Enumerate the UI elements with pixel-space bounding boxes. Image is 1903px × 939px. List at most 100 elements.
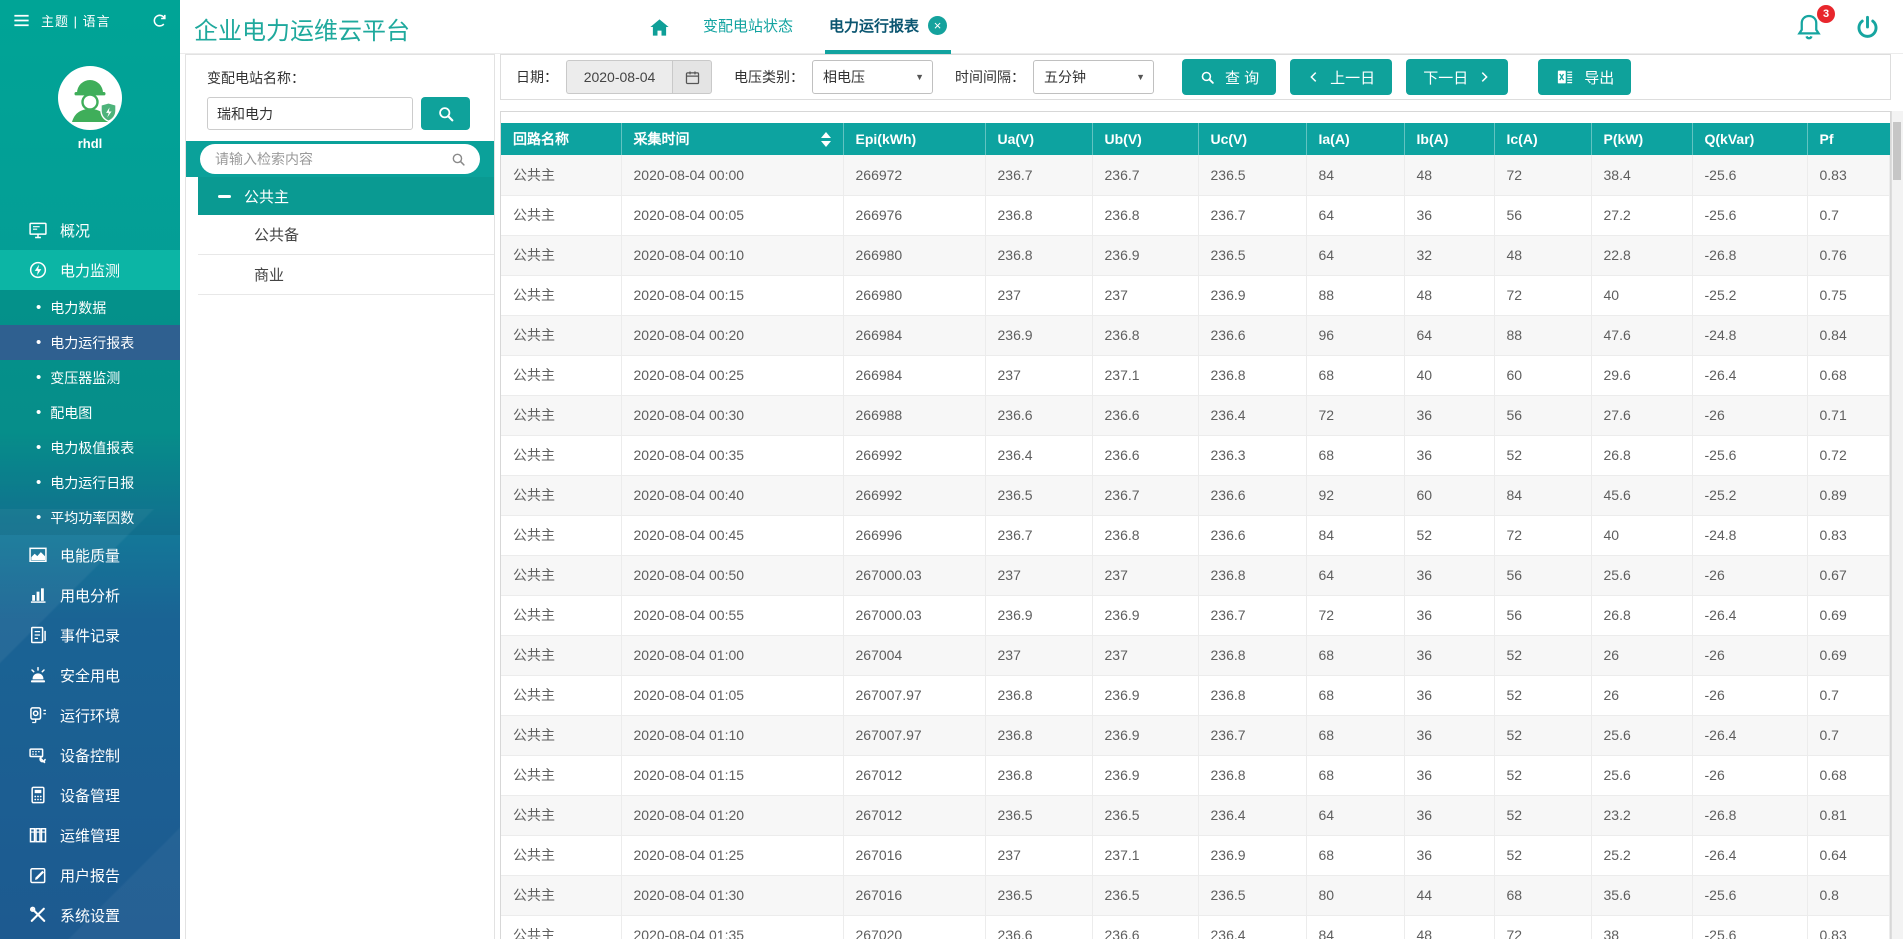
table-cell: 236.3 (1198, 435, 1306, 475)
sidebar-item-用电分析[interactable]: 用电分析 (0, 575, 180, 615)
table-row[interactable]: 公共主2020-08-04 00:15266980237237236.98848… (501, 275, 1890, 315)
table-row[interactable]: 公共主2020-08-04 00:50267000.03237237236.86… (501, 555, 1890, 595)
table-cell: 52 (1494, 755, 1591, 795)
sidebar-subitem-配电图[interactable]: •配电图 (0, 395, 180, 430)
device-control-icon (28, 745, 48, 765)
table-row[interactable]: 公共主2020-08-04 01:20267012236.5236.5236.4… (501, 795, 1890, 835)
export-button[interactable]: 导出 (1538, 59, 1631, 95)
table-cell: 36 (1404, 555, 1494, 595)
table-cell: 237 (1092, 635, 1198, 675)
sidebar-item-设备控制[interactable]: 设备控制 (0, 735, 180, 775)
previous-day-button[interactable]: 上一日 (1290, 59, 1392, 95)
sidebar-subitem-电力运行报表[interactable]: •电力运行报表 (0, 325, 180, 360)
table-row[interactable]: 公共主2020-08-04 01:35267020236.6236.6236.4… (501, 915, 1890, 939)
table-row[interactable]: 公共主2020-08-04 00:05266976236.8236.8236.7… (501, 195, 1890, 235)
tree-node-public-backup[interactable]: 公共备 (198, 215, 494, 255)
station-search-button[interactable] (421, 97, 470, 130)
search-icon (450, 151, 467, 168)
table-cell: 0.64 (1807, 835, 1890, 875)
table-row[interactable]: 公共主2020-08-04 01:00267004237237236.86836… (501, 635, 1890, 675)
logout-power-icon[interactable] (1854, 14, 1881, 41)
sidebar-subitem-变压器监测[interactable]: •变压器监测 (0, 360, 180, 395)
next-day-button[interactable]: 下一日 (1406, 59, 1508, 95)
table-cell: 96 (1306, 315, 1404, 355)
sidebar-subitem-电力运行日报[interactable]: •电力运行日报 (0, 465, 180, 500)
table-cell: -24.8 (1692, 315, 1807, 355)
query-toolbar: 日期： 2020-08-04 电压类别： 相电压 ▼ 时间间隔： 五分钟 ▼ 查… (500, 54, 1891, 100)
table-row[interactable]: 公共主2020-08-04 00:25266984237237.1236.868… (501, 355, 1890, 395)
sidebar-item-电力监测[interactable]: 电力监测 (0, 250, 180, 290)
interval-select[interactable]: 五分钟 ▼ (1033, 60, 1154, 94)
sidebar-subitem-平均功率因数[interactable]: •平均功率因数 (0, 500, 180, 535)
table-cell: 68 (1306, 715, 1404, 755)
table-row[interactable]: 公共主2020-08-04 00:00266972236.7236.7236.5… (501, 155, 1890, 195)
table-row[interactable]: 公共主2020-08-04 01:15267012236.8236.9236.8… (501, 755, 1890, 795)
table-row[interactable]: 公共主2020-08-04 00:20266984236.9236.8236.6… (501, 315, 1890, 355)
theme-language-toggle[interactable]: 主题 | 语言 (41, 11, 111, 30)
query-button[interactable]: 查 询 (1182, 59, 1276, 95)
sidebar-item-label: 电力监测 (60, 260, 120, 281)
table-row[interactable]: 公共主2020-08-04 01:10267007.97236.8236.923… (501, 715, 1890, 755)
home-icon[interactable] (648, 16, 671, 39)
table-cell: 236.4 (1198, 795, 1306, 835)
tab-substation-status[interactable]: 变配电站状态 (699, 0, 797, 54)
sidebar-item-事件记录[interactable]: 事件记录 (0, 615, 180, 655)
table-cell: 267000.03 (843, 595, 985, 635)
scrollbar-thumb[interactable] (1893, 122, 1901, 180)
sidebar-item-概况[interactable]: 概况 (0, 210, 180, 250)
station-name-input[interactable] (207, 97, 413, 130)
table-cell: 267012 (843, 795, 985, 835)
table-cell: 72 (1494, 155, 1591, 195)
table-row[interactable]: 公共主2020-08-04 01:30267016236.5236.5236.5… (501, 875, 1890, 915)
table-cell: 26 (1591, 635, 1692, 675)
table-row[interactable]: 公共主2020-08-04 00:30266988236.6236.6236.4… (501, 395, 1890, 435)
sidebar-item-用户报告[interactable]: 用户报告 (0, 855, 180, 895)
power-monitor-icon (28, 260, 48, 280)
table-cell: 36 (1404, 395, 1494, 435)
column-header-采集时间[interactable]: 采集时间 (621, 123, 843, 155)
sidebar-item-电能质量[interactable]: 电能质量 (0, 535, 180, 575)
tree-search-input[interactable] (213, 150, 442, 168)
table-row[interactable]: 公共主2020-08-04 00:55267000.03236.9236.923… (501, 595, 1890, 635)
tab-power-report[interactable]: 电力运行报表 × (825, 0, 951, 54)
table-row[interactable]: 公共主2020-08-04 00:40266992236.5236.7236.6… (501, 475, 1890, 515)
sidebar-item-运维管理[interactable]: 运维管理 (0, 815, 180, 855)
table-cell: 236.5 (985, 475, 1092, 515)
table-row[interactable]: 公共主2020-08-04 00:35266992236.4236.6236.3… (501, 435, 1890, 475)
tree-node-business[interactable]: 商业 (198, 255, 494, 295)
table-cell: 68 (1306, 435, 1404, 475)
table-cell: 236.7 (1198, 715, 1306, 755)
table-row[interactable]: 公共主2020-08-04 00:10266980236.8236.9236.5… (501, 235, 1890, 275)
table-row[interactable]: 公共主2020-08-04 01:25267016237237.1236.968… (501, 835, 1890, 875)
sidebar-item-运行环境[interactable]: 运行环境 (0, 695, 180, 735)
column-header-Ic(A): Ic(A) (1494, 123, 1591, 155)
refresh-icon[interactable] (151, 12, 168, 29)
table-cell: 公共主 (501, 275, 621, 315)
table-cell: 2020-08-04 00:00 (621, 155, 843, 195)
calendar-button[interactable] (672, 60, 712, 94)
sort-icon[interactable] (821, 132, 831, 147)
table-cell: 236.4 (1198, 395, 1306, 435)
bullet-icon: • (36, 405, 41, 420)
hamburger-menu-icon[interactable] (12, 11, 31, 30)
date-input[interactable]: 2020-08-04 (566, 60, 672, 94)
notifications-bell-icon[interactable]: 3 (1794, 12, 1824, 42)
table-cell: 236.9 (1198, 275, 1306, 315)
voltage-type-select[interactable]: 相电压 ▼ (812, 60, 933, 94)
sidebar-item-系统设置[interactable]: 系统设置 (0, 895, 180, 935)
table-cell: 公共主 (501, 155, 621, 195)
close-tab-icon[interactable]: × (928, 16, 947, 35)
table-cell: 52 (1494, 835, 1591, 875)
sidebar-subitem-电力数据[interactable]: •电力数据 (0, 290, 180, 325)
table-row[interactable]: 公共主2020-08-04 00:45266996236.7236.8236.6… (501, 515, 1890, 555)
sidebar-subitem-电力极值报表[interactable]: •电力极值报表 (0, 430, 180, 465)
table-cell: 公共主 (501, 395, 621, 435)
table-cell: 公共主 (501, 515, 621, 555)
collapse-icon[interactable] (218, 195, 231, 198)
vertical-scrollbar[interactable] (1891, 111, 1903, 939)
tree-node-public-main[interactable]: 公共主 (198, 177, 494, 215)
sidebar-item-设备管理[interactable]: 设备管理 (0, 775, 180, 815)
table-row[interactable]: 公共主2020-08-04 01:05267007.97236.8236.923… (501, 675, 1890, 715)
table-cell: 25.6 (1591, 755, 1692, 795)
sidebar-item-安全用电[interactable]: 安全用电 (0, 655, 180, 695)
